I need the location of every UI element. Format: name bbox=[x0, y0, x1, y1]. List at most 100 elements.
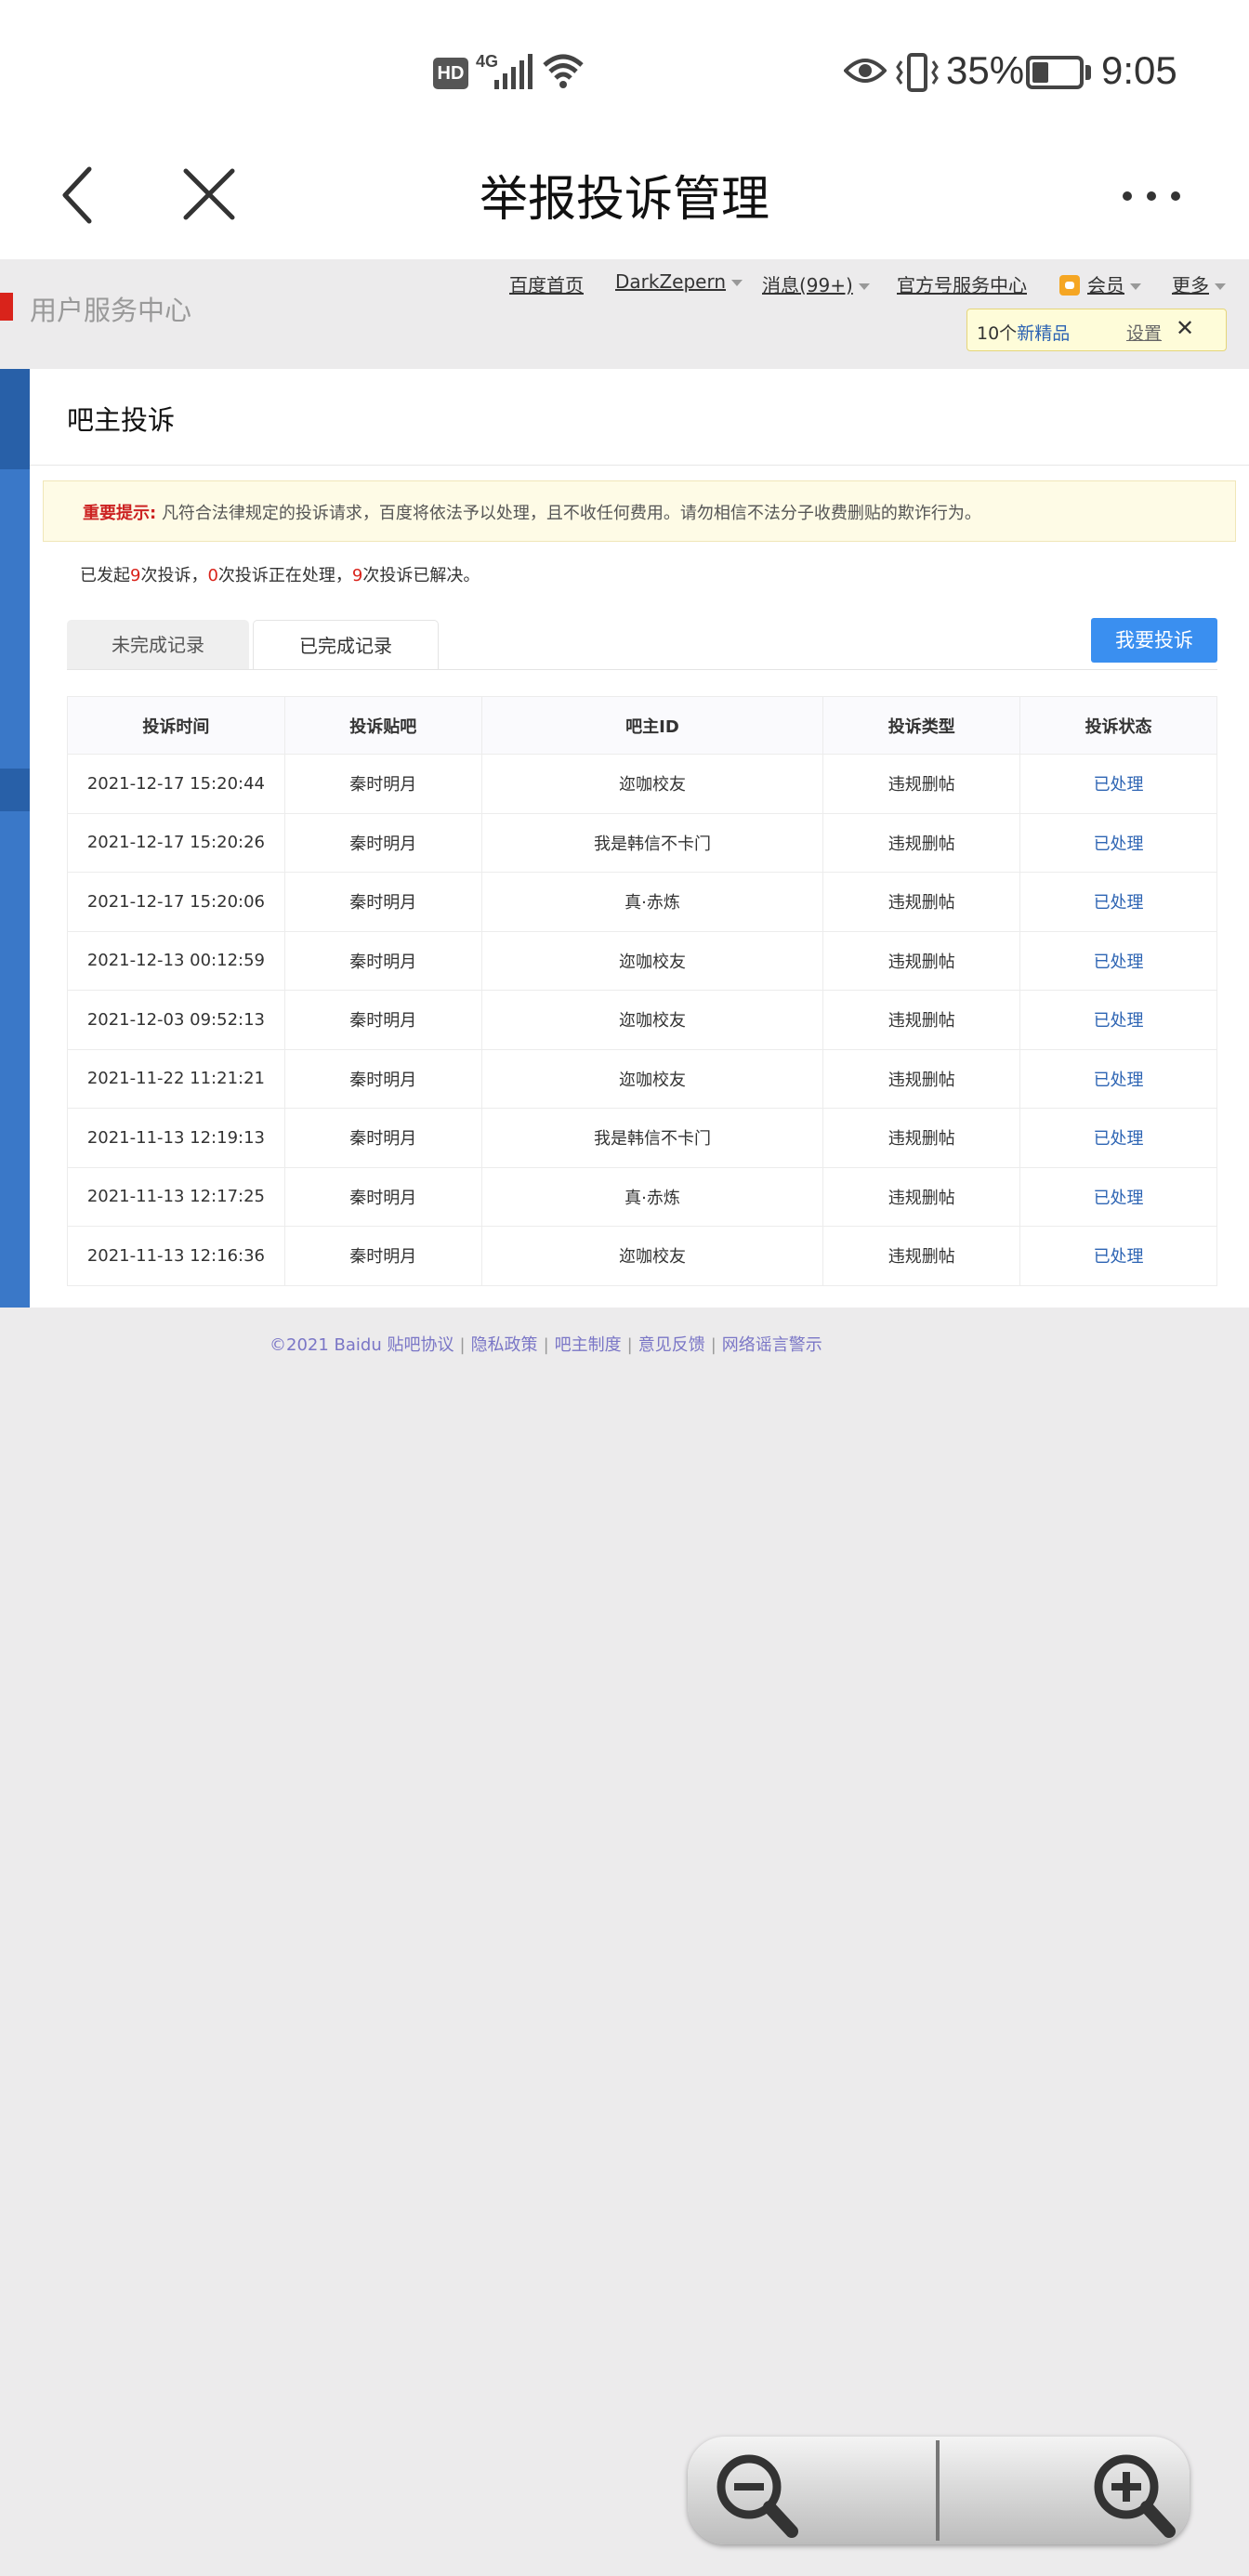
notice-text: 凡符合法律规定的投诉请求，百度将依法予以处理，且不收任何费用。请勿相信不法分子收… bbox=[161, 504, 981, 523]
sidebar bbox=[0, 369, 30, 1308]
tip-featured-link[interactable]: 新精品 bbox=[1017, 323, 1070, 344]
nav-more-menu[interactable]: 更多 bbox=[1172, 270, 1226, 297]
cell-status[interactable]: 已处理 bbox=[1019, 1226, 1217, 1286]
zoom-out-button[interactable] bbox=[688, 2437, 937, 2544]
clock: 9:05 bbox=[1101, 48, 1177, 92]
footer-separator: | bbox=[459, 1335, 466, 1355]
nav-messages-menu[interactable]: 消息(99+) bbox=[762, 270, 870, 297]
zoom-in-button[interactable] bbox=[940, 2437, 1190, 2544]
site-nav: 用户服务中心 百度首页 DarkZepern 消息(99+) 官方号服务中心 会… bbox=[0, 259, 1249, 369]
table-row: 2021-11-13 12:19:13 秦时明月 我是韩信不卡门 违规删帖 已处… bbox=[67, 1108, 1217, 1168]
hd-badge: HD bbox=[433, 58, 468, 89]
footer-link[interactable]: 隐私政策 bbox=[471, 1335, 538, 1355]
cell-status[interactable]: 已处理 bbox=[1019, 990, 1217, 1050]
divider bbox=[30, 465, 1249, 466]
summary-part: 次投诉， bbox=[140, 566, 208, 585]
nav-home-link[interactable]: 百度首页 bbox=[509, 270, 584, 297]
summary-part: 次投诉已解决。 bbox=[362, 566, 480, 585]
table-row: 2021-12-17 15:20:44 秦时明月 迩咖校友 违规删帖 已处理 bbox=[67, 754, 1217, 814]
complaint-summary: 已发起9次投诉，0次投诉正在处理，9次投诉已解决。 bbox=[80, 562, 480, 586]
nav-user-menu[interactable]: DarkZepern bbox=[615, 270, 743, 293]
column-header: 投诉状态 bbox=[1019, 696, 1217, 755]
cell-moderator-id: 迩咖校友 bbox=[480, 1048, 824, 1109]
new-featured-tip: 10个新精品 设置 ✕ bbox=[966, 309, 1227, 351]
page-footer: ©2021 Baidu 贴吧协议 | 隐私政策 | 吧主制度 | 意见反馈 | 网络谣言警示 bbox=[270, 1332, 822, 1356]
complaint-panel: 吧主投诉 重要提示: 凡符合法律规定的投诉请求，百度将依法予以处理，且不收任何费… bbox=[30, 369, 1249, 1308]
more-button[interactable] bbox=[1115, 173, 1190, 219]
footer-link[interactable]: 网络谣言警示 bbox=[722, 1335, 822, 1355]
important-notice: 重要提示: 凡符合法律规定的投诉请求，百度将依法予以处理，且不收任何费用。请勿相… bbox=[43, 480, 1236, 542]
panel-title: 吧主投诉 bbox=[67, 404, 176, 436]
cell-type: 违规删帖 bbox=[822, 1166, 1021, 1227]
cell-status[interactable]: 已处理 bbox=[1019, 1108, 1217, 1168]
table-row: 2021-11-13 12:16:36 秦时明月 迩咖校友 违规删帖 已处理 bbox=[67, 1226, 1217, 1286]
table-row: 2021-11-22 11:21:21 秦时明月 迩咖校友 违规删帖 已处理 bbox=[67, 1048, 1217, 1109]
column-header: 吧主ID bbox=[480, 696, 824, 755]
title-bar: 举报投诉管理 bbox=[0, 139, 1249, 259]
cell-time: 2021-12-17 15:20:26 bbox=[67, 812, 285, 873]
footer-copyright: ©2021 Baidu bbox=[270, 1335, 382, 1355]
footer-link[interactable]: 贴吧协议 bbox=[387, 1335, 454, 1355]
column-header: 投诉类型 bbox=[822, 696, 1021, 755]
nav-user-label: DarkZepern bbox=[615, 270, 727, 293]
vip-icon bbox=[1059, 275, 1080, 296]
nav-vip-label: 会员 bbox=[1087, 274, 1124, 296]
cell-forum: 秦时明月 bbox=[283, 930, 482, 991]
summary-part: 已发起 bbox=[80, 566, 130, 585]
footer-link[interactable]: 吧主制度 bbox=[555, 1335, 622, 1355]
table-header-row: 投诉时间 投诉贴吧 吧主ID 投诉类型 投诉状态 bbox=[67, 696, 1217, 755]
cell-status[interactable]: 已处理 bbox=[1019, 930, 1217, 991]
signal-icon bbox=[494, 54, 532, 89]
tip-close-icon[interactable]: ✕ bbox=[1176, 315, 1194, 341]
column-header: 投诉时间 bbox=[67, 696, 285, 755]
cell-time: 2021-12-17 15:20:06 bbox=[67, 872, 285, 932]
cell-moderator-id: 我是韩信不卡门 bbox=[480, 812, 824, 873]
cell-type: 违规删帖 bbox=[822, 812, 1021, 873]
caret-down-icon bbox=[1215, 283, 1226, 290]
cell-status[interactable]: 已处理 bbox=[1019, 812, 1217, 873]
footer-separator: | bbox=[710, 1335, 717, 1355]
cell-forum: 秦时明月 bbox=[283, 1226, 482, 1286]
zoom-divider bbox=[936, 2440, 940, 2541]
table-row: 2021-12-13 00:12:59 秦时明月 迩咖校友 违规删帖 已处理 bbox=[67, 930, 1217, 991]
table-row: 2021-12-03 09:52:13 秦时明月 迩咖校友 违规删帖 已处理 bbox=[67, 990, 1217, 1050]
file-complaint-button[interactable]: 我要投诉 bbox=[1091, 618, 1217, 663]
zoom-in-icon bbox=[1094, 2454, 1176, 2538]
cell-type: 违规删帖 bbox=[822, 930, 1021, 991]
cell-moderator-id: 迩咖校友 bbox=[480, 930, 824, 991]
nav-official-link[interactable]: 官方号服务中心 bbox=[897, 270, 1027, 297]
nav-vip-menu[interactable]: 会员 bbox=[1059, 270, 1141, 297]
tip-settings-link[interactable]: 设置 bbox=[1126, 320, 1162, 345]
cell-status[interactable]: 已处理 bbox=[1019, 1166, 1217, 1227]
cell-status[interactable]: 已处理 bbox=[1019, 754, 1217, 814]
cell-forum: 秦时明月 bbox=[283, 812, 482, 873]
cell-time: 2021-11-13 12:17:25 bbox=[67, 1166, 285, 1227]
summary-resolved: 9 bbox=[351, 566, 363, 585]
tab-complete-records[interactable]: 已完成记录 bbox=[253, 620, 439, 670]
footer-link[interactable]: 意见反馈 bbox=[638, 1335, 705, 1355]
wifi-icon bbox=[543, 54, 584, 88]
column-header: 投诉贴吧 bbox=[283, 696, 482, 755]
table-row: 2021-12-17 15:20:06 秦时明月 真·赤炼 违规删帖 已处理 bbox=[67, 872, 1217, 932]
cell-time: 2021-12-13 00:12:59 bbox=[67, 930, 285, 991]
table-row: 2021-12-17 15:20:26 秦时明月 我是韩信不卡门 违规删帖 已处… bbox=[67, 812, 1217, 873]
cell-moderator-id: 真·赤炼 bbox=[480, 872, 824, 932]
footer-separator: | bbox=[543, 1335, 549, 1355]
tab-incomplete-records[interactable]: 未完成记录 bbox=[67, 620, 249, 670]
cell-moderator-id: 我是韩信不卡门 bbox=[480, 1108, 824, 1168]
summary-part: 次投诉正在处理， bbox=[217, 566, 352, 585]
cell-type: 违规删帖 bbox=[822, 1048, 1021, 1109]
status-bar: HD 4G 35% 9:05 bbox=[0, 0, 1249, 139]
summary-processing: 0 bbox=[207, 566, 218, 585]
cell-status[interactable]: 已处理 bbox=[1019, 872, 1217, 932]
cell-time: 2021-11-13 12:16:36 bbox=[67, 1226, 285, 1286]
sidebar-item-selected[interactable] bbox=[0, 769, 30, 811]
cell-time: 2021-12-17 15:20:44 bbox=[67, 754, 285, 814]
site-logo-text: 用户服务中心 bbox=[30, 295, 192, 326]
zoom-out-icon bbox=[717, 2454, 798, 2538]
page-title: 举报投诉管理 bbox=[479, 172, 769, 228]
cell-type: 违规删帖 bbox=[822, 872, 1021, 932]
cell-status[interactable]: 已处理 bbox=[1019, 1048, 1217, 1109]
sidebar-item-active[interactable] bbox=[0, 369, 30, 469]
caret-down-icon bbox=[858, 283, 870, 290]
